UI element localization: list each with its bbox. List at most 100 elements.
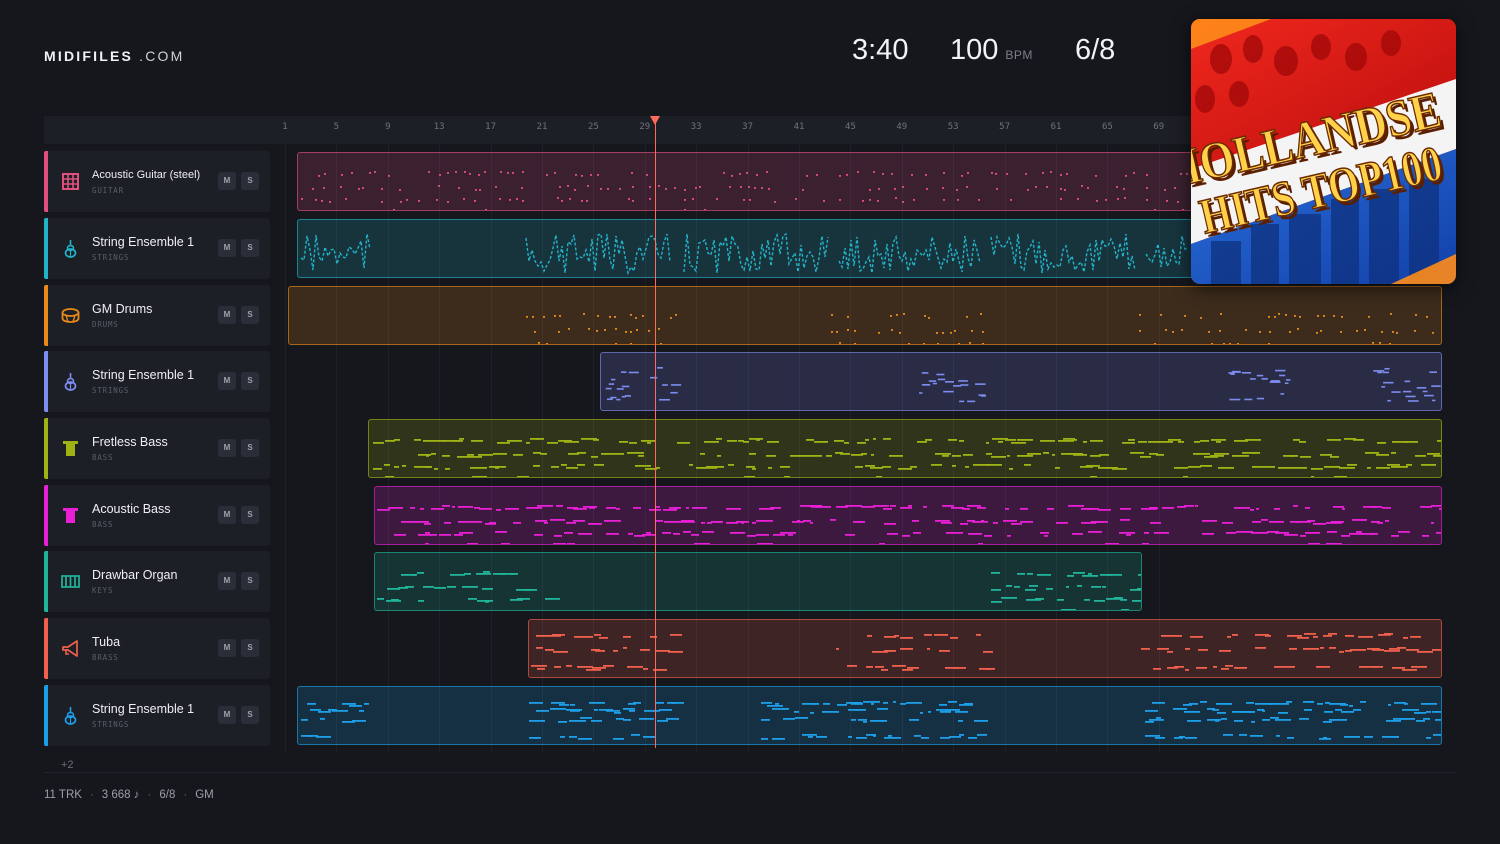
solo-button[interactable]: S [241,306,259,324]
mute-button[interactable]: M [218,372,236,390]
track-name: String Ensemble 1 [92,702,195,716]
drum-icon [60,305,81,326]
solo-button[interactable]: S [241,639,259,657]
track-category: STRINGS [92,720,130,729]
footer-time-signature: 6/8 [159,789,176,801]
midi-clip[interactable] [297,686,1442,745]
track-name: Tuba [92,635,121,649]
time-signature-readout: 6/8 [1075,34,1116,66]
track-color-bar [44,618,48,679]
ruler-bar-label: 5 [333,122,340,132]
mute-button[interactable]: M [218,572,236,590]
track-category: DRUMS [92,320,119,329]
track-color-bar [44,485,48,546]
violin-icon [60,371,81,392]
violin-icon [60,238,81,259]
track-category: BRASS [92,653,119,662]
clip-note-preview [377,571,1141,610]
track-category: GUITAR [92,186,124,195]
track-name: Acoustic Guitar (steel) [92,169,201,181]
ruler-bar-label: 33 [690,122,702,132]
solo-button[interactable]: S [241,372,259,390]
ruler-bar-label: 65 [1101,122,1113,132]
grid-line [285,144,286,752]
mute-button[interactable]: M [218,439,236,457]
track-header[interactable]: Fretless Bass BASS M S [44,418,270,479]
horn-icon [60,638,81,659]
midi-clip[interactable] [288,286,1442,345]
keyboard-icon [60,571,81,592]
ruler-bar-label: 13 [433,122,445,132]
clip-note-preview [531,633,1441,671]
track-header[interactable]: Acoustic Bass BASS M S [44,485,270,546]
track-name: Acoustic Bass [92,502,171,516]
duration-readout: 3:40 [852,34,909,66]
ruler-bar-label: 49 [896,122,908,132]
footer-divider [44,772,1456,773]
track-header[interactable]: String Ensemble 1 STRINGS M S [44,218,270,279]
track-header[interactable]: String Ensemble 1 STRINGS M S [44,351,270,412]
mute-button[interactable]: M [218,306,236,324]
ruler-bar-label: 25 [587,122,599,132]
midi-clip[interactable] [374,486,1442,545]
midi-standard: GM [195,789,214,801]
track-category: STRINGS [92,253,130,262]
mute-button[interactable]: M [218,172,236,190]
track-color-bar [44,151,48,212]
track-color-bar [44,351,48,412]
ruler-bar-label: 21 [536,122,548,132]
solo-button[interactable]: S [241,439,259,457]
midi-clip[interactable] [368,419,1442,478]
solo-button[interactable]: S [241,572,259,590]
track-count: 11 TRK [44,789,82,801]
ruler-bar-label: 45 [844,122,856,132]
track-category: BASS [92,520,114,529]
track-header[interactable]: Drawbar Organ KEYS M S [44,551,270,612]
bass-icon [60,505,81,526]
ruler-bar-label: 69 [1153,122,1165,132]
ruler-bar-label: 53 [947,122,959,132]
ruler-bar-label: 37 [742,122,754,132]
track-name: GM Drums [92,302,153,316]
track-color-bar [44,685,48,746]
midi-clip[interactable] [600,352,1442,411]
mute-button[interactable]: M [218,706,236,724]
album-art: HOLLANDSE HOLLANDSE HITS TOP100 HITS TOP… [1191,19,1456,284]
ruler-bar-label: 29 [639,122,651,132]
clip-note-preview [373,438,1441,477]
playhead[interactable] [650,116,660,748]
clip-note-preview [526,313,1434,344]
track-name: String Ensemble 1 [92,235,195,249]
ruler-bar-label: 61 [1050,122,1062,132]
more-tracks-indicator[interactable]: +2 [61,759,74,771]
mute-button[interactable]: M [218,639,236,657]
track-name: Fretless Bass [92,435,168,449]
file-summary: 11 TRK · 3 668 ♪ · 6/8 · GM [44,789,214,801]
midi-clip[interactable] [528,619,1442,678]
track-header[interactable]: String Ensemble 1 STRINGS M S [44,685,270,746]
track-header[interactable]: GM Drums DRUMS M S [44,285,270,346]
solo-button[interactable]: S [241,172,259,190]
track-color-bar [44,551,48,612]
guitar-icon [60,171,81,192]
track-header[interactable]: Acoustic Guitar (steel) GUITAR M S [44,151,270,212]
ruler-bar-label: 9 [385,122,391,132]
solo-button[interactable]: S [241,706,259,724]
album-cover: HOLLANDSE HOLLANDSE HITS TOP100 HITS TOP… [1191,19,1456,284]
ruler-bar-label: 57 [999,122,1011,132]
mute-button[interactable]: M [218,506,236,524]
solo-button[interactable]: S [241,239,259,257]
mute-button[interactable]: M [218,239,236,257]
note-count: 3 668 ♪ [101,789,140,801]
ruler-bar-label: 1 [282,122,288,132]
track-header[interactable]: Tuba BRASS M S [44,618,270,679]
track-category: STRINGS [92,386,130,395]
bass-icon [60,438,81,459]
clip-note-preview [605,367,1441,403]
track-color-bar [44,218,48,279]
midi-clip[interactable] [374,552,1142,611]
ruler-bar-label: 17 [485,122,497,132]
tempo-readout: 100 BPM [950,34,1033,66]
solo-button[interactable]: S [241,506,259,524]
track-category: BASS [92,453,114,462]
